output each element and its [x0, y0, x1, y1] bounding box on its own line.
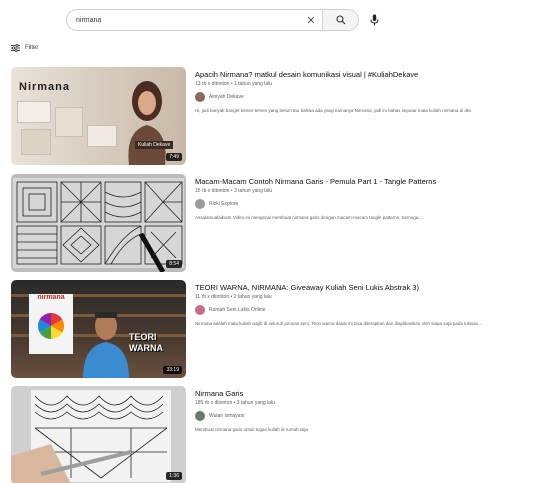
channel-avatar [195, 92, 205, 102]
search-button[interactable] [322, 10, 358, 30]
presenter-image [128, 81, 166, 165]
video-description: Nirmana adalah mata kuliah wajib di selu… [195, 321, 482, 326]
video-thumbnail[interactable]: nirmana TEORI WARNA 33:19 [11, 280, 186, 378]
filter-button[interactable]: Filter [11, 44, 38, 52]
channel-name: Rumah Seni Lukis Online [209, 307, 266, 313]
thumbnail-title-text: Nirmana [19, 81, 71, 93]
video-thumbnail[interactable]: Nirmana Kuliah Dekave 7:49 [11, 67, 186, 165]
channel-name: Wulan Ismayani [209, 413, 245, 419]
microphone-icon [370, 14, 378, 26]
video-duration: 8:54 [166, 260, 182, 268]
search-box[interactable]: nirmana ✕ [66, 9, 359, 31]
video-result[interactable]: Nirmana Kuliah Dekave 7:49 Apaсih Nirman… [11, 67, 531, 167]
channel-link[interactable]: Rumah Seni Lukis Online [195, 305, 525, 315]
video-result[interactable]: nirmana TEORI WARNA 33:19 TEORI WARNA, N… [11, 280, 531, 380]
channel-link[interactable]: Ainiyah Dekave [195, 92, 525, 102]
channel-name: Rizki Explore [209, 201, 239, 207]
search-input[interactable]: nirmana [67, 17, 300, 24]
color-wheel-poster [29, 294, 73, 354]
channel-avatar [195, 411, 205, 421]
presenter-image [83, 312, 129, 378]
channel-name: Ainiyah Dekave [209, 94, 244, 100]
video-duration: 33:19 [163, 366, 182, 374]
clear-icon[interactable]: ✕ [300, 14, 322, 27]
video-title[interactable]: TEORI WARNA, NIRMANA: Giveaway Kuliah Se… [195, 283, 525, 293]
video-duration: 1:36 [166, 472, 182, 480]
video-meta: 15 rb x ditonton • 3 tahun yang lalu [195, 188, 273, 194]
channel-link[interactable]: Wulan Ismayani [195, 411, 525, 421]
video-description: Hi, jadi banyak banget temen-temen yang … [195, 108, 472, 113]
line-drawing-image [11, 386, 186, 483]
video-meta: 13 rb x ditonton • 1 tahun yang lalu [195, 81, 273, 87]
thumbnail-badge: Kuliah Dekave [135, 141, 174, 149]
thumbnail-title-text: nirmana [37, 294, 65, 301]
video-title[interactable]: Apaсih Nirmana? matkul desain komunikasi… [195, 70, 525, 80]
video-duration: 7:49 [166, 153, 182, 161]
search-icon [335, 15, 345, 25]
video-thumbnail[interactable]: 1:36 [11, 386, 186, 483]
voice-search-button[interactable] [364, 10, 384, 30]
filter-label: Filter [25, 45, 39, 51]
filter-icon [11, 44, 20, 52]
channel-avatar [195, 305, 205, 315]
video-meta: 11 rb x ditonton • 2 tahun yang lalu [195, 294, 272, 300]
channel-avatar [195, 199, 205, 209]
tangle-pattern-image [13, 178, 184, 272]
video-result[interactable]: 1:36 Nirmana Garis 185 rb x ditonton • 3… [11, 386, 531, 483]
channel-link[interactable]: Rizki Explore [195, 199, 525, 209]
video-title[interactable]: Nirmana Garis [195, 389, 525, 399]
video-thumbnail[interactable]: 8:54 [11, 174, 186, 272]
video-meta: 185 rb x ditonton • 3 tahun yang lalu [195, 400, 275, 406]
video-description: Membuat nirmana garis untuk tugas kuliah… [195, 427, 309, 432]
video-description: Assalamualaikum! Video ini mengenai memb… [195, 215, 423, 220]
video-title[interactable]: Macam-Macam Contoh Nirmana Garis - Pemul… [195, 177, 525, 187]
video-result[interactable]: 8:54 Macam-Macam Contoh Nirmana Garis - … [11, 174, 531, 274]
thumbnail-badge: TEORI WARNA [129, 332, 163, 353]
